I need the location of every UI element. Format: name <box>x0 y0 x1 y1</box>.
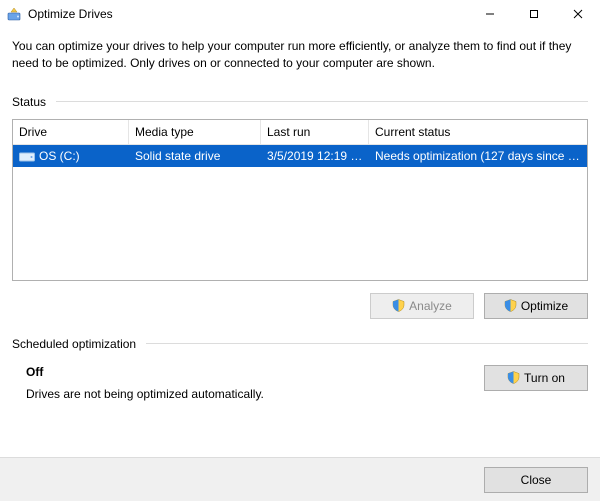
turn-on-label: Turn on <box>524 371 565 385</box>
optimize-label: Optimize <box>521 299 568 313</box>
maximize-button[interactable] <box>512 0 556 28</box>
schedule-header: Scheduled optimization <box>12 337 588 351</box>
bottom-bar: Close <box>0 457 600 501</box>
app-icon <box>6 6 22 22</box>
status-label: Status <box>12 95 46 109</box>
schedule-label: Scheduled optimization <box>12 337 136 351</box>
schedule-state: Off <box>26 365 468 379</box>
schedule-desc: Drives are not being optimized automatic… <box>26 387 468 401</box>
status-header: Status <box>12 95 588 109</box>
shield-icon <box>392 299 405 312</box>
drive-table: Drive Media type Last run Current status… <box>12 119 588 281</box>
col-header-status[interactable]: Current status <box>369 120 587 144</box>
close-button[interactable] <box>556 0 600 28</box>
analyze-button: Analyze <box>370 293 474 319</box>
cell-status: Needs optimization (127 days since last … <box>369 145 587 167</box>
divider <box>56 101 588 102</box>
table-row[interactable]: OS (C:) Solid state drive 3/5/2019 12:19… <box>13 145 587 167</box>
action-row: Analyze Optimize <box>12 293 588 319</box>
col-header-media[interactable]: Media type <box>129 120 261 144</box>
shield-icon <box>507 371 520 384</box>
close-dialog-button[interactable]: Close <box>484 467 588 493</box>
cell-media: Solid state drive <box>129 145 261 167</box>
analyze-label: Analyze <box>409 299 452 313</box>
window-title: Optimize Drives <box>28 7 113 21</box>
cell-last: 3/5/2019 12:19 PM <box>261 145 369 167</box>
drive-icon <box>19 150 35 162</box>
minimize-button[interactable] <box>468 0 512 28</box>
optimize-button[interactable]: Optimize <box>484 293 588 319</box>
intro-text: You can optimize your drives to help you… <box>12 38 588 73</box>
turn-on-button[interactable]: Turn on <box>484 365 588 391</box>
col-header-drive[interactable]: Drive <box>13 120 129 144</box>
titlebar: Optimize Drives <box>0 0 600 28</box>
shield-icon <box>504 299 517 312</box>
close-label: Close <box>521 473 552 487</box>
cell-drive: OS (C:) <box>39 149 80 163</box>
divider <box>146 343 588 344</box>
col-header-last[interactable]: Last run <box>261 120 369 144</box>
schedule-block: Off Drives are not being optimized autom… <box>12 361 588 401</box>
table-header: Drive Media type Last run Current status <box>13 120 587 145</box>
